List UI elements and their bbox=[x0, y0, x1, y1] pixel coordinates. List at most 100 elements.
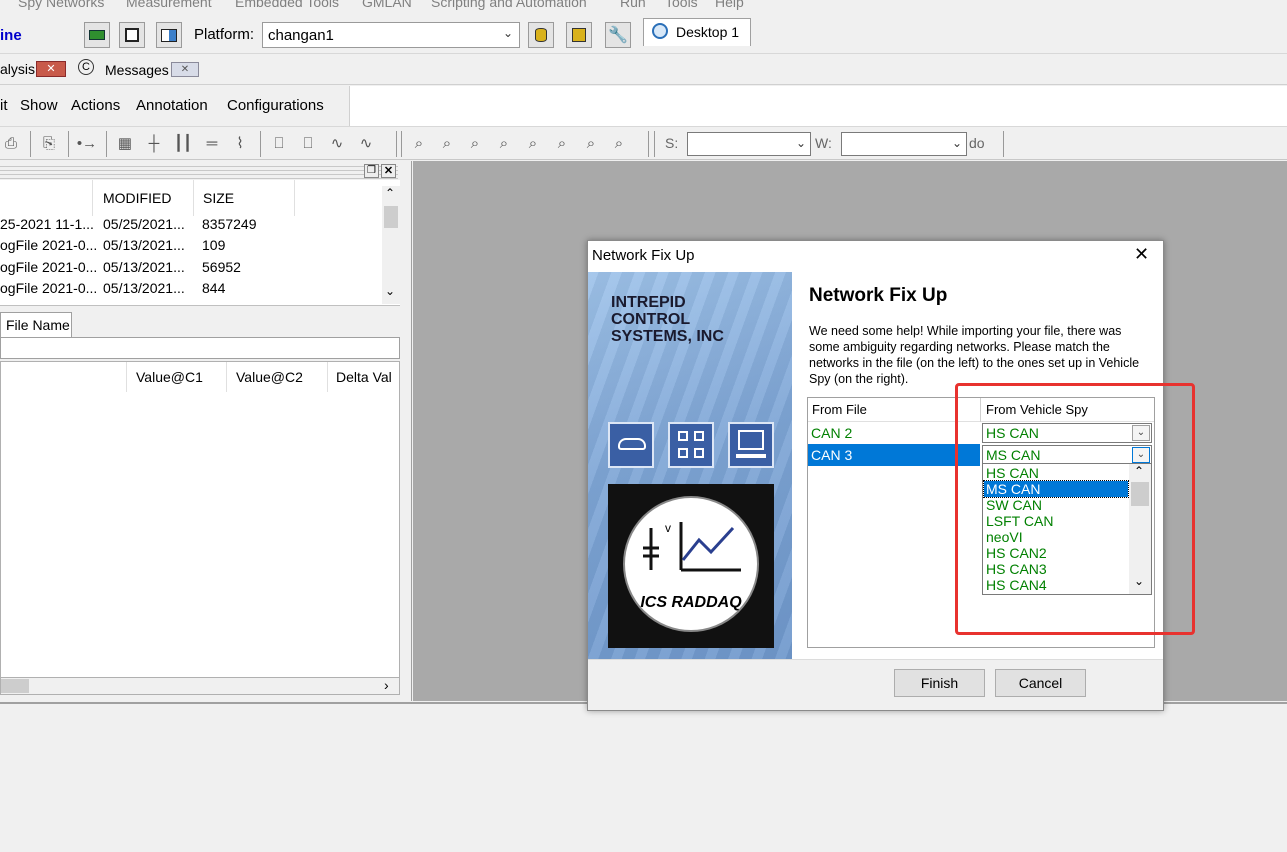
chevron-down-icon: ⌄ bbox=[951, 136, 962, 150]
dialog-heading: Network Fix Up bbox=[809, 285, 948, 306]
tab-messages[interactable]: Messages bbox=[105, 62, 169, 78]
wrench-icon: 🔧 bbox=[608, 27, 628, 44]
annotation-highlight-box bbox=[955, 383, 1195, 635]
column-header-value-c2[interactable]: Value@C2 bbox=[236, 369, 303, 385]
menu-annotation[interactable]: Annotation bbox=[136, 97, 208, 114]
file-modified: 05/25/2021... bbox=[103, 216, 185, 232]
menu-spy-networks[interactable]: Spy Networks bbox=[18, 0, 104, 10]
menu-show[interactable]: Show bbox=[20, 97, 58, 114]
scroll-down-icon[interactable]: ⌄ bbox=[385, 284, 395, 298]
column-header-value-c1[interactable]: Value@C1 bbox=[136, 369, 203, 385]
marker-icon[interactable]: ⎕ bbox=[268, 133, 290, 155]
file-name: ogFile 2021-0... bbox=[0, 259, 98, 275]
scroll-right-icon[interactable]: › bbox=[384, 677, 389, 693]
tab-file-name-label: File Name bbox=[6, 317, 70, 333]
file-size: 56952 bbox=[202, 259, 241, 275]
zoom-x-icon[interactable]: ⌕ bbox=[436, 133, 458, 155]
file-list-scrollbar[interactable]: ⌃ ⌄ bbox=[382, 186, 400, 304]
zoom-out-icon[interactable]: ⌕ bbox=[493, 133, 515, 155]
file-size: 109 bbox=[202, 237, 226, 253]
svg-text:v: v bbox=[665, 521, 671, 535]
scroll-thumb[interactable] bbox=[384, 206, 398, 228]
menu-scripting[interactable]: Scripting and Automation bbox=[431, 0, 587, 10]
grid-icon[interactable]: ▦ bbox=[114, 133, 136, 155]
database-icon bbox=[535, 28, 547, 42]
cancel-button[interactable]: Cancel bbox=[995, 669, 1086, 697]
menu-run[interactable]: Run bbox=[620, 0, 646, 10]
file-size: 844 bbox=[202, 280, 226, 296]
w-select[interactable]: ⌄ bbox=[841, 132, 967, 156]
toolbar-separator bbox=[1003, 131, 1004, 157]
horizontal-cursors-icon[interactable]: ═ bbox=[201, 133, 223, 155]
zoom-area-icon[interactable]: ⌕ bbox=[408, 133, 430, 155]
database-button[interactable] bbox=[528, 22, 554, 48]
line-icon[interactable]: •→ bbox=[76, 133, 98, 155]
toolbar-separator bbox=[106, 131, 107, 157]
column-header-modified[interactable]: MODIFIED bbox=[103, 190, 171, 206]
zoom-fit-icon[interactable]: ⌕ bbox=[522, 133, 544, 155]
zoom-reset-icon[interactable]: ⌕ bbox=[608, 133, 630, 155]
menu-actions[interactable]: Actions bbox=[71, 97, 120, 114]
wave-icon[interactable]: ∿ bbox=[326, 133, 348, 155]
zoom-prev-icon[interactable]: ⌕ bbox=[580, 133, 602, 155]
file-row[interactable]: ogFile 2021-0... 05/13/2021... 56952 bbox=[0, 259, 380, 280]
zoom-in-icon[interactable]: ⌕ bbox=[464, 133, 486, 155]
close-icon[interactable]: ✕ bbox=[1134, 244, 1149, 265]
platform-editor-button[interactable] bbox=[156, 22, 182, 48]
panel-grip[interactable] bbox=[0, 163, 398, 179]
copy-icon[interactable]: ⎘ bbox=[38, 133, 60, 155]
file-name: 25-2021 11-1... bbox=[0, 216, 94, 232]
tab-file-name[interactable]: File Name bbox=[0, 312, 72, 337]
menu-embedded-tools[interactable]: Embedded Tools bbox=[235, 0, 339, 10]
print-icon[interactable]: ⎙ bbox=[0, 133, 22, 155]
dialog-titlebar[interactable]: Network Fix Up ✕ bbox=[588, 241, 1163, 271]
file-modified: 05/13/2021... bbox=[103, 280, 185, 296]
file-row[interactable]: 25-2021 11-1... 05/25/2021... 8357249 bbox=[0, 216, 380, 237]
file-row[interactable]: ogFile 2021-0... 05/13/2021... 844 bbox=[0, 280, 380, 301]
menu-tools[interactable]: Tools bbox=[665, 0, 698, 10]
zoom-y-icon[interactable]: ⌕ bbox=[551, 133, 573, 155]
menu-bar: Spy Networks Measurement Embedded Tools … bbox=[0, 0, 1287, 16]
column-divider bbox=[226, 362, 227, 392]
scroll-thumb[interactable] bbox=[1, 679, 29, 693]
menu-edit[interactable]: it bbox=[0, 97, 8, 114]
floppy-icon bbox=[125, 28, 139, 42]
online-label: ine bbox=[0, 27, 22, 44]
tab-analysis[interactable]: alysis bbox=[0, 61, 35, 77]
messages-icon: C bbox=[78, 59, 94, 75]
cursor-icon[interactable]: ┼ bbox=[143, 133, 165, 155]
menu-help[interactable]: Help bbox=[715, 0, 744, 10]
vertical-cursors-icon[interactable]: ┃┃ bbox=[172, 133, 194, 155]
graph-menu: it Show Actions Annotation Configuration… bbox=[0, 86, 350, 126]
scroll-up-icon[interactable]: ⌃ bbox=[385, 186, 395, 200]
column-header-delta[interactable]: Delta Val bbox=[336, 369, 392, 385]
horizontal-scrollbar[interactable]: › bbox=[0, 677, 400, 695]
text-marker-icon[interactable]: ⎕ bbox=[297, 133, 319, 155]
hardware-button[interactable] bbox=[84, 22, 110, 48]
w-label: W: bbox=[815, 135, 832, 151]
close-icon[interactable]: ✕ bbox=[36, 61, 66, 77]
signal-icon[interactable]: ⌇ bbox=[229, 133, 251, 155]
close-icon[interactable]: ✕ bbox=[381, 164, 396, 178]
column-header-size[interactable]: SIZE bbox=[203, 190, 234, 206]
platform-select[interactable]: changan1 ⌄ bbox=[262, 22, 520, 48]
menu-configurations[interactable]: Configurations bbox=[227, 97, 324, 114]
file-name-field[interactable] bbox=[0, 337, 400, 359]
file-list: MODIFIED SIZE 25-2021 11-1... 05/25/2021… bbox=[0, 180, 400, 306]
file-row[interactable]: ogFile 2021-0... 05/13/2021... 109 bbox=[0, 237, 380, 258]
restore-icon[interactable]: ❐ bbox=[364, 164, 379, 178]
tools-button[interactable]: 🔧 bbox=[605, 22, 631, 48]
tab-desktop-1[interactable]: Desktop 1 bbox=[643, 18, 751, 46]
do-label: do bbox=[969, 135, 985, 151]
platform-value: changan1 bbox=[268, 27, 334, 44]
save-button[interactable] bbox=[119, 22, 145, 48]
close-icon[interactable]: ✕ bbox=[171, 62, 199, 77]
s-select[interactable]: ⌄ bbox=[687, 132, 811, 156]
database-edit-button[interactable] bbox=[566, 22, 592, 48]
grid-header-from-file: From File bbox=[812, 402, 867, 417]
s-label: S: bbox=[665, 135, 679, 151]
wave-text-icon[interactable]: ∿ bbox=[355, 133, 377, 155]
menu-gmlan[interactable]: GMLAN bbox=[362, 0, 412, 10]
menu-measurement[interactable]: Measurement bbox=[126, 0, 212, 10]
finish-button[interactable]: Finish bbox=[894, 669, 985, 697]
